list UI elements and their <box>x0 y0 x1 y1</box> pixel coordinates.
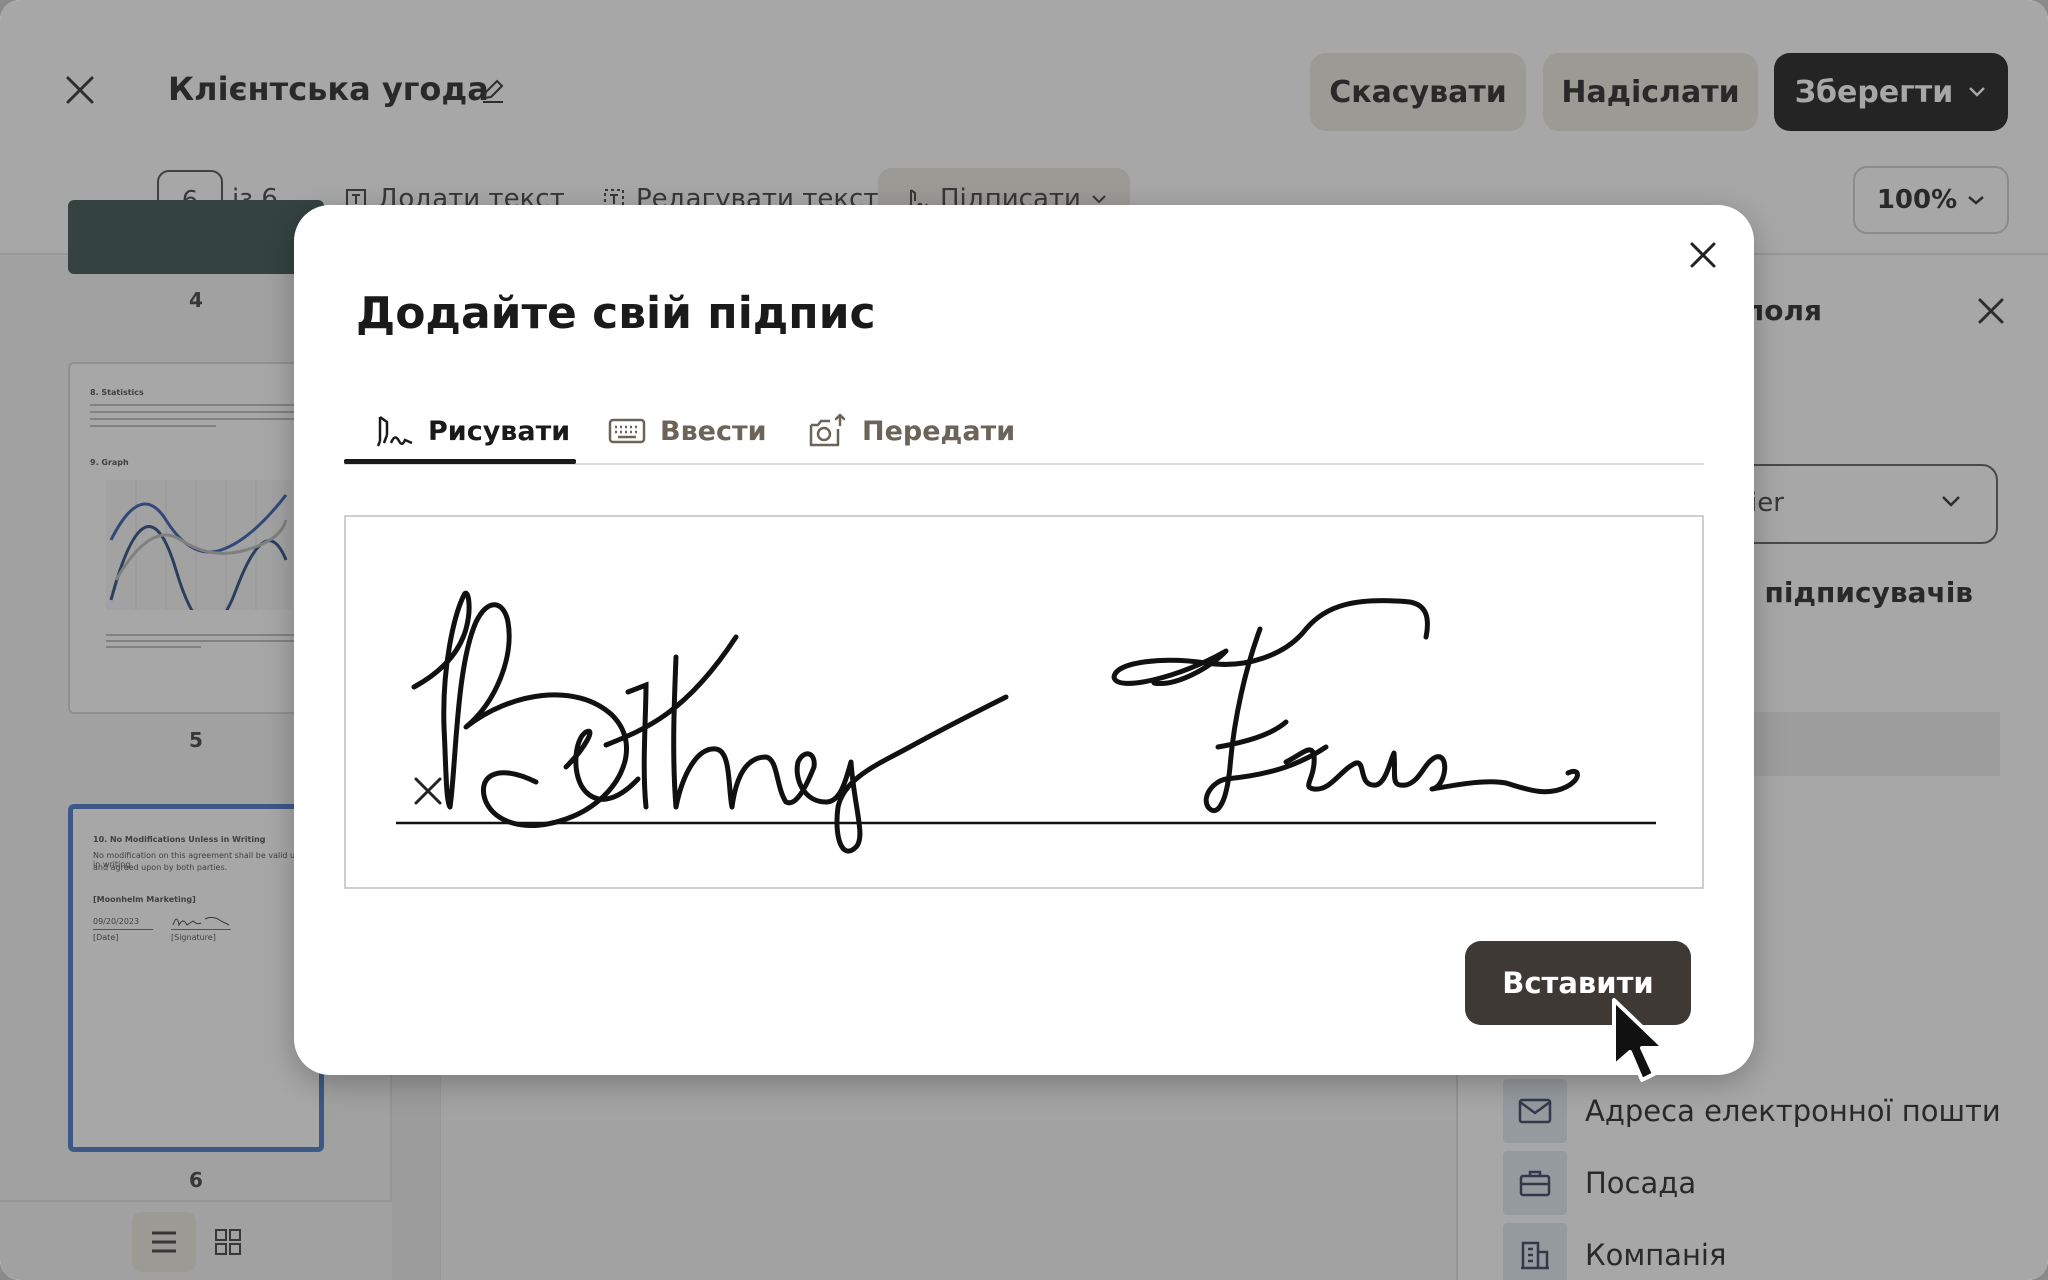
close-icon[interactable] <box>1688 240 1718 270</box>
camera-upload-icon <box>809 413 846 447</box>
keyboard-icon <box>608 418 646 444</box>
dialog-title: Додайте свій підпис <box>356 288 876 339</box>
tab-type[interactable]: Ввести <box>608 398 767 464</box>
active-tab-indicator <box>344 459 576 464</box>
drawn-signature <box>396 590 1656 854</box>
tab-upload-label: Передати <box>862 415 1016 447</box>
signature-canvas[interactable] <box>344 515 1704 889</box>
tab-draw[interactable]: Рисувати <box>374 398 570 464</box>
mouse-cursor-icon <box>1612 998 1666 1082</box>
tab-upload[interactable]: Передати <box>808 398 1015 464</box>
tab-type-label: Ввести <box>660 415 767 447</box>
tab-draw-label: Рисувати <box>428 415 571 447</box>
pen-signature-icon <box>376 415 413 447</box>
